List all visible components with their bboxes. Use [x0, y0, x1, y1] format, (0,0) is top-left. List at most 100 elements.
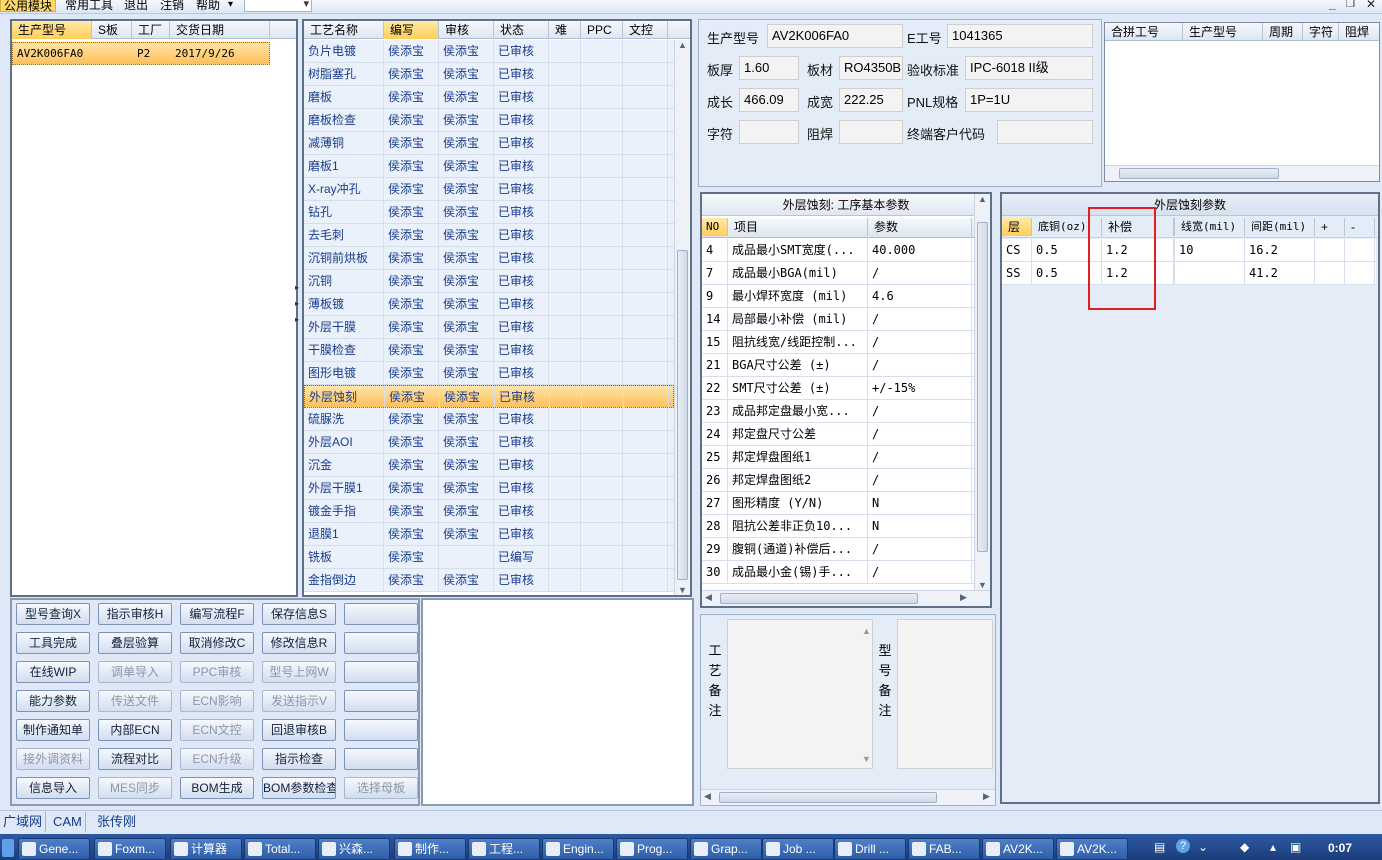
- scroll-right-icon[interactable]: ▶: [983, 791, 990, 802]
- col-spacing[interactable]: 间距(mil): [1245, 218, 1315, 236]
- scroll-down-icon[interactable]: ▼: [678, 585, 687, 595]
- field-length[interactable]: 466.09: [739, 88, 799, 112]
- process-row[interactable]: 外层干膜1 侯添宝 侯添宝 已审核: [304, 477, 674, 500]
- etch-row[interactable]: SS 0.5 1.2 41.2: [1002, 262, 1376, 285]
- taskbar-item[interactable]: Grap...: [690, 838, 762, 860]
- scroll-thumb[interactable]: [719, 792, 937, 803]
- button-empty[interactable]: [344, 748, 418, 770]
- col-difficulty[interactable]: 难: [549, 21, 581, 39]
- taskbar-item[interactable]: Foxm...: [94, 838, 166, 860]
- button-11[interactable]: 调单导入: [98, 661, 172, 683]
- scroll-left-icon[interactable]: ◀: [704, 791, 711, 802]
- field-char[interactable]: [739, 120, 799, 144]
- button-20[interactable]: 制作通知单: [16, 719, 90, 741]
- scroll-right-icon[interactable]: ▶: [960, 592, 967, 603]
- button-empty[interactable]: [344, 661, 418, 683]
- scroll-left-icon[interactable]: ◀: [705, 592, 712, 603]
- combined-hscroll[interactable]: [1105, 165, 1379, 181]
- param-row[interactable]: 15 阻抗线宽/线距控制... /: [702, 331, 974, 354]
- process-row[interactable]: 磨板 侯添宝 侯添宝 已审核: [304, 86, 674, 109]
- param-row[interactable]: 27 图形精度 (Y/N) N: [702, 492, 974, 515]
- menu-logout[interactable]: 注销: [157, 0, 187, 12]
- button-0[interactable]: 型号查询X: [16, 603, 90, 625]
- button-34[interactable]: 选择母板: [344, 777, 418, 799]
- col-model[interactable]: 生产型号: [12, 21, 92, 39]
- field-model[interactable]: AV2K006FA0: [767, 24, 903, 48]
- col-item[interactable]: 项目: [728, 218, 868, 236]
- pc-icon[interactable]: ▣: [1290, 840, 1301, 854]
- param-row[interactable]: 26 邦定焊盘图纸2/: [702, 469, 974, 492]
- scroll-thumb[interactable]: [677, 250, 688, 580]
- taskbar-item[interactable]: 制作...: [394, 838, 466, 860]
- col-period[interactable]: 周期: [1263, 23, 1303, 41]
- col-value[interactable]: 参数: [868, 218, 972, 236]
- process-row[interactable]: 沉铜前烘板 侯添宝 侯添宝 已审核: [304, 247, 674, 270]
- param-row[interactable]: 24 邦定盘尺寸公差 /: [702, 423, 974, 446]
- param-row[interactable]: 30 成品最小金(锡)手... /: [702, 561, 974, 584]
- clock[interactable]: 0:07: [1328, 841, 1352, 855]
- col-mask[interactable]: 阻焊: [1339, 23, 1379, 41]
- button-1[interactable]: 指示审核H: [98, 603, 172, 625]
- params-vscroll[interactable]: ▲ ▼: [974, 194, 990, 590]
- field-width[interactable]: 222.25: [839, 88, 903, 112]
- process-row[interactable]: 沉金 侯添宝 侯添宝 已审核: [304, 454, 674, 477]
- param-row[interactable]: 28 阻抗公差非正负10... N: [702, 515, 974, 538]
- col-combined-model[interactable]: 生产型号: [1183, 23, 1263, 41]
- process-row[interactable]: 图形电镀 侯添宝 侯添宝 已审核: [304, 362, 674, 385]
- param-row[interactable]: 21 BGA尺寸公差 (±) /: [702, 354, 974, 377]
- field-mask[interactable]: [839, 120, 903, 144]
- notes-hscroll[interactable]: ◀ ▶: [701, 789, 995, 805]
- taskbar-item[interactable]: 计算器: [170, 838, 242, 860]
- button-31[interactable]: MES同步: [98, 777, 172, 799]
- taskbar-item[interactable]: Prog...: [616, 838, 688, 860]
- scroll-up-icon[interactable]: ▲: [978, 194, 987, 204]
- col-factory[interactable]: 工厂: [132, 21, 170, 39]
- param-row[interactable]: 4 成品最小SMT宽度(... 40.000: [702, 239, 974, 262]
- help-icon[interactable]: ?: [1176, 839, 1190, 853]
- param-row[interactable]: 14 局部最小补偿 (mil) /: [702, 308, 974, 331]
- field-thickness[interactable]: 1.60: [739, 56, 799, 80]
- process-row[interactable]: 镀金手指 侯添宝 侯添宝 已审核: [304, 500, 674, 523]
- taskbar-item[interactable]: Gene...: [18, 838, 90, 860]
- button-3[interactable]: 保存信息S: [262, 603, 336, 625]
- close-icon[interactable]: ✕: [1366, 0, 1376, 11]
- menu-exit[interactable]: 退出: [121, 0, 151, 12]
- button-2[interactable]: 编写流程F: [180, 603, 254, 625]
- col-no[interactable]: NO: [702, 218, 728, 236]
- button-17[interactable]: ECN影响: [180, 690, 254, 712]
- button-8[interactable]: 修改信息R: [262, 632, 336, 654]
- button-empty[interactable]: [344, 690, 418, 712]
- restore-icon[interactable]: ❐: [1346, 0, 1355, 10]
- button-33[interactable]: BOM参数检查: [262, 777, 336, 799]
- process-row[interactable]: 外层蚀刻 侯添宝 侯添宝 已审核: [304, 385, 674, 408]
- process-row[interactable]: 硫脲洗 侯添宝 侯添宝 已审核: [304, 408, 674, 431]
- button-18[interactable]: 发送指示V: [262, 690, 336, 712]
- button-empty[interactable]: [344, 719, 418, 741]
- process-row[interactable]: 磨板检查 侯添宝 侯添宝 已审核: [304, 109, 674, 132]
- taskbar-item[interactable]: Drill ...: [834, 838, 906, 860]
- process-row[interactable]: 干膜检查 侯添宝 侯添宝 已审核: [304, 339, 674, 362]
- field-acceptance[interactable]: IPC-6018 II级: [965, 56, 1093, 80]
- process-row[interactable]: 钻孔 侯添宝 侯添宝 已审核: [304, 201, 674, 224]
- etch-row[interactable]: CS 0.5 1.2 10 16.2: [1002, 239, 1376, 262]
- taskbar-item[interactable]: 工程...: [468, 838, 540, 860]
- button-5[interactable]: 工具完成: [16, 632, 90, 654]
- taskbar-item[interactable]: AV2K...: [1056, 838, 1128, 860]
- field-ework[interactable]: 1041365: [947, 24, 1093, 48]
- process-row[interactable]: 树脂塞孔 侯添宝 侯添宝 已审核: [304, 63, 674, 86]
- process-notes-field[interactable]: ▲ ▼: [727, 619, 873, 769]
- process-row[interactable]: X-ray冲孔 侯添宝 侯添宝 已审核: [304, 178, 674, 201]
- button-26[interactable]: 流程对比: [98, 748, 172, 770]
- col-reviewer[interactable]: 审核: [439, 21, 494, 39]
- splitter-handle[interactable]: ▸ ▸ ▸: [295, 280, 301, 340]
- process-row[interactable]: 沉铜 侯添宝 侯添宝 已审核: [304, 270, 674, 293]
- tab-cam[interactable]: CAM: [50, 812, 86, 832]
- button-7[interactable]: 取消修改C: [180, 632, 254, 654]
- process-row[interactable]: 去毛刺 侯添宝 侯添宝 已审核: [304, 224, 674, 247]
- scroll-up-icon[interactable]: ▲: [862, 626, 871, 636]
- scroll-up-icon[interactable]: ▲: [678, 40, 687, 50]
- field-material[interactable]: RO4350B: [839, 56, 903, 80]
- button-12[interactable]: PPC审核: [180, 661, 254, 683]
- process-scrollbar[interactable]: ▲ ▼: [674, 40, 690, 595]
- col-delivery-date[interactable]: 交货日期: [170, 21, 270, 39]
